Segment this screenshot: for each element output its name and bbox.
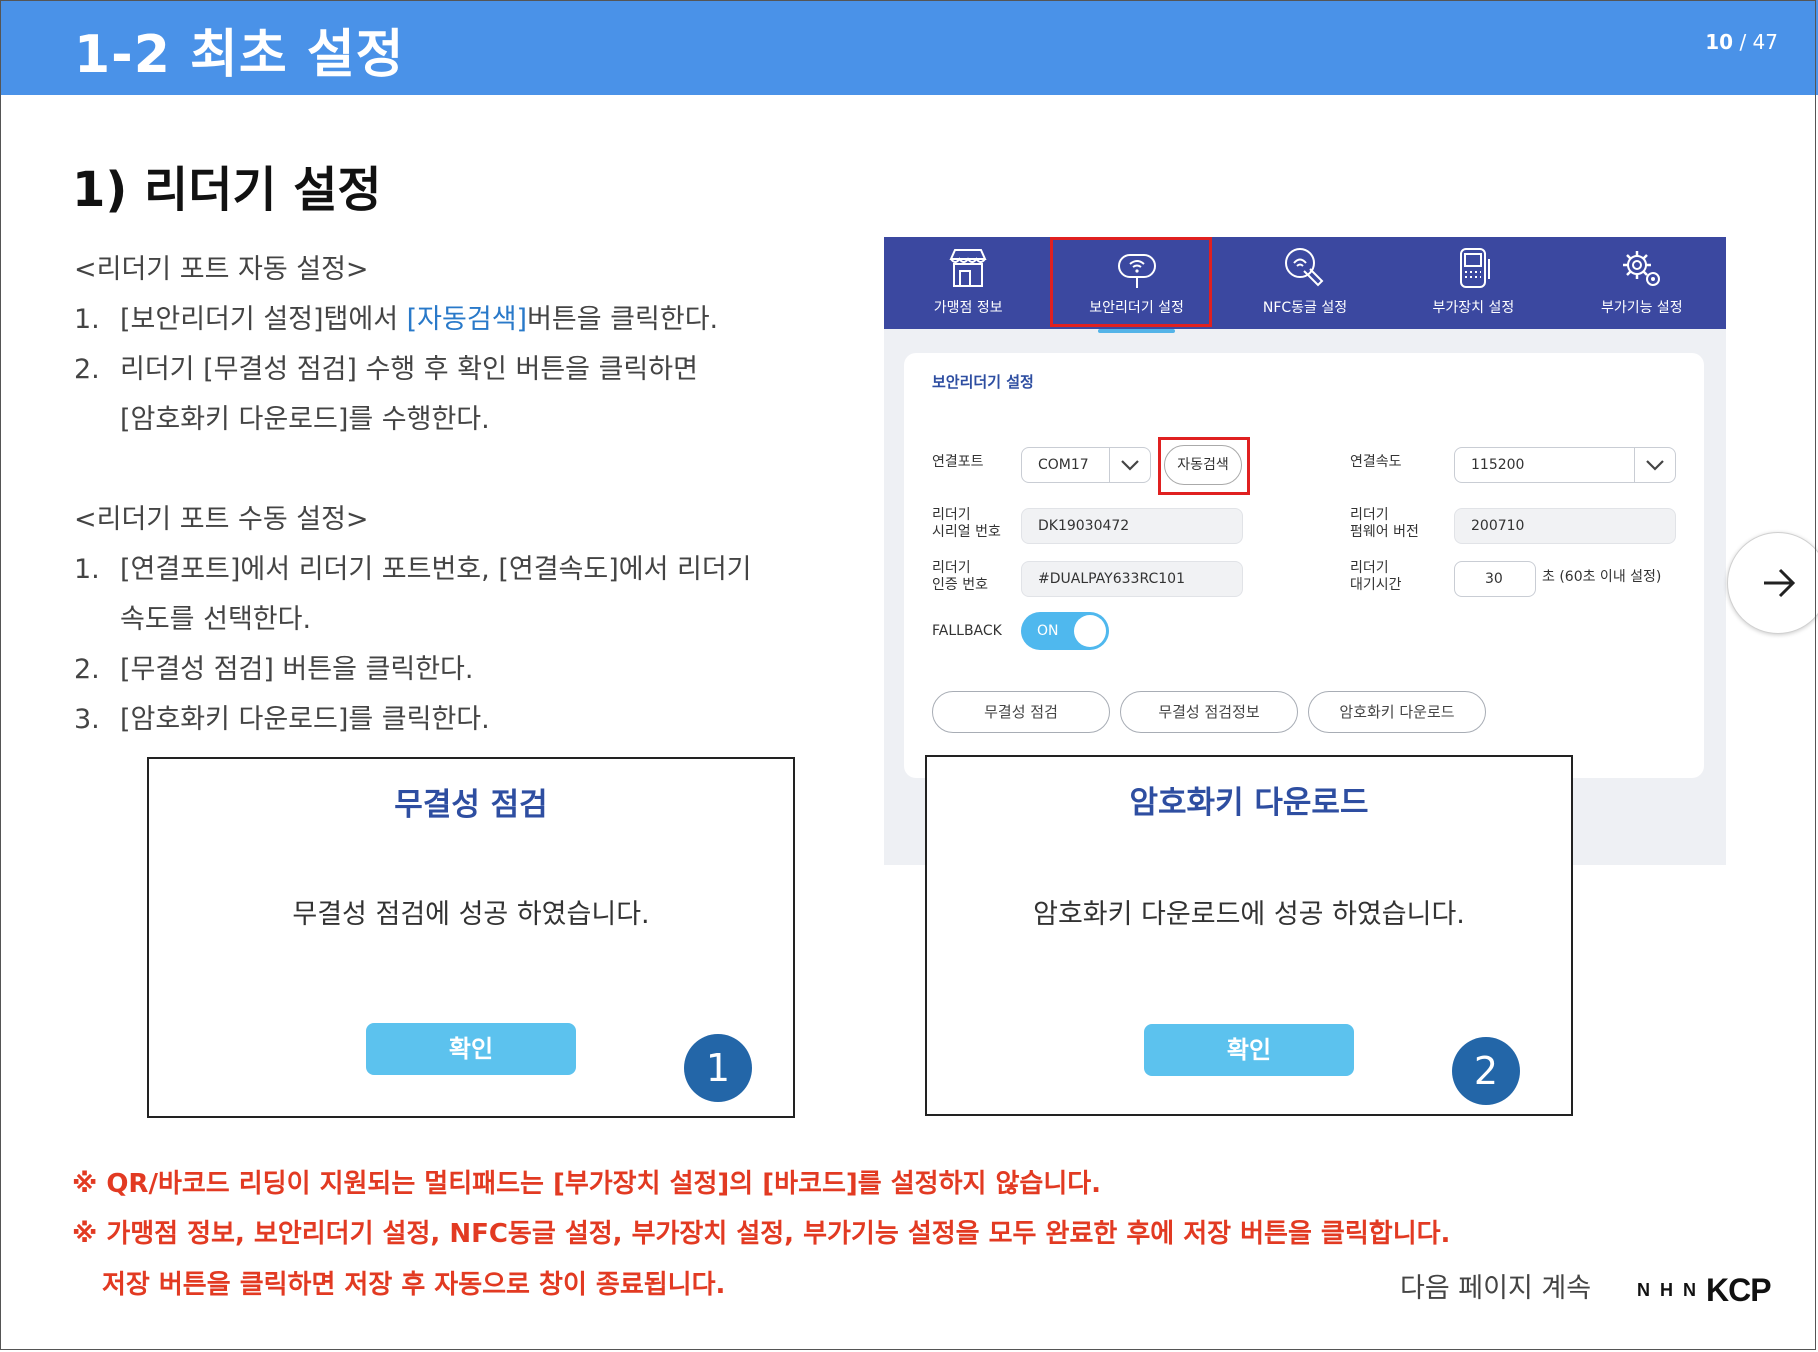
serial-field: DK19030472 — [1021, 508, 1243, 544]
highlight-box-auto-search — [1158, 437, 1250, 495]
page-current: 10 — [1705, 30, 1734, 54]
next-page-button[interactable] — [1727, 532, 1818, 634]
tab-store-info[interactable]: 가맹점 정보 — [884, 237, 1052, 329]
step-number: 1. — [74, 304, 100, 335]
gears-icon — [1622, 251, 1660, 286]
step-text: [보안리더기 설정]탭에서 [자동검색]버튼을 클릭한다. — [120, 304, 719, 335]
reader-settings-panel: 보안리더기 설정 연결포트 COM17 자동검색 연결속도 115200 리더기… — [904, 353, 1704, 778]
nfc-icon — [1285, 248, 1324, 287]
port-label: 연결포트 — [932, 454, 984, 470]
tab-label: NFC동글 설정 — [1262, 300, 1348, 316]
auth-label: 리더기 인증 번호 — [932, 560, 988, 593]
tab-label: 가맹점 정보 — [933, 300, 1003, 316]
chevron-down-icon — [1634, 448, 1675, 482]
tab-label: 부가기능 설정 — [1600, 300, 1683, 316]
list-item: 2. [무결성 점검] 버튼을 클릭한다. — [74, 645, 752, 695]
store-icon — [949, 249, 987, 287]
integrity-info-button[interactable]: 무결성 점검정보 — [1120, 691, 1298, 733]
port-select[interactable]: COM17 — [1021, 447, 1151, 483]
manual-setup-heading: <리더기 포트 수동 설정> — [74, 504, 369, 535]
port-value: COM17 — [1038, 457, 1089, 473]
dialog-title: 무결성 점검 — [394, 787, 548, 823]
key-download-button[interactable]: 암호화키 다운로드 — [1308, 691, 1486, 733]
tab-nfc-dongle[interactable]: NFC동글 설정 — [1221, 237, 1389, 329]
note-line-1: ※ QR/바코드 리딩이 지원되는 멀티패드는 [부가장치 설정]의 [바코드]… — [72, 1169, 1102, 1199]
step-text: [암호화키 다운로드]를 클릭한다. — [120, 704, 490, 735]
note-line-2: ※ 가맹점 정보, 보안리더기 설정, NFC동글 설정, 부가장치 설정, 부… — [72, 1219, 1451, 1249]
company-logo: NHNKCP — [1637, 1272, 1772, 1308]
page-indicator: 10 / 47 — [1705, 30, 1778, 54]
auto-setup-steps: 1. [보안리더기 설정]탭에서 [자동검색]버튼을 클릭한다. 2. 리더기 … — [74, 295, 718, 445]
chevron-down-icon — [1109, 448, 1150, 482]
dialog-message: 암호화키 다운로드에 성공 하였습니다. — [1033, 899, 1465, 930]
list-item: 2. 리더기 [무결성 점검] 수행 후 확인 버튼을 클릭하면 — [74, 345, 718, 395]
speed-value: 115200 — [1471, 457, 1525, 473]
list-item: 1. [보안리더기 설정]탭에서 [자동검색]버튼을 클릭한다. — [74, 295, 718, 345]
step-number: 1. — [74, 554, 100, 585]
auto-search-highlight: [자동검색] — [406, 304, 528, 335]
device-icon — [1460, 248, 1491, 288]
page-separator: / — [1733, 30, 1753, 54]
auto-setup-heading: <리더기 포트 자동 설정> — [74, 254, 369, 285]
section-title: 1) 리더기 설정 — [72, 162, 382, 218]
speed-select[interactable]: 115200 — [1454, 447, 1676, 483]
fallback-label: FALLBACK — [932, 623, 1002, 639]
step-continuation: [암호화키 다운로드]를 수행한다. — [120, 404, 490, 435]
continue-label: 다음 페이지 계속 — [1400, 1273, 1592, 1304]
step-continuation: 속도를 선택한다. — [120, 604, 312, 635]
integrity-dialog: 무결성 점검 무결성 점검에 성공 하였습니다. 확인 1 — [147, 757, 795, 1118]
page-total: 47 — [1752, 30, 1778, 54]
confirm-button[interactable]: 확인 — [366, 1023, 576, 1075]
wait-time-input[interactable]: 30 — [1454, 561, 1536, 597]
list-item: 1. [연결포트]에서 리더기 포트번호, [연결속도]에서 리더기 — [74, 545, 752, 595]
panel-title: 보안리더기 설정 — [932, 373, 1034, 391]
header-bar: 1-2 최초 설정 10 / 47 — [0, 0, 1818, 95]
wait-time-note: 초 (60초 이내 설정) — [1542, 569, 1662, 585]
confirm-button[interactable]: 확인 — [1144, 1024, 1354, 1076]
tab-peripheral[interactable]: 부가장치 설정 — [1389, 237, 1557, 329]
highlight-box-tab — [1050, 237, 1212, 327]
settings-tabs: 가맹점 정보 보안리더기 설정 NFC동글 설정 부가장치 설정 부가기능 설정 — [884, 237, 1726, 333]
step-badge: 1 — [684, 1034, 752, 1102]
step-text: [무결성 점검] 버튼을 클릭한다. — [120, 654, 474, 685]
tab-extra-functions[interactable]: 부가기능 설정 — [1558, 237, 1726, 329]
firmware-label: 리더기 펌웨어 버전 — [1350, 507, 1419, 540]
step-number: 3. — [74, 704, 100, 735]
step-text: 리더기 [무결성 점검] 수행 후 확인 버튼을 클릭하면 — [120, 354, 698, 385]
arrow-right-icon — [1764, 568, 1796, 598]
active-tab-indicator — [1098, 329, 1175, 333]
firmware-field: 200710 — [1454, 508, 1676, 544]
integrity-check-button[interactable]: 무결성 점검 — [932, 691, 1110, 733]
wait-time-label: 리더기 대기시간 — [1350, 560, 1402, 593]
dialog-message: 무결성 점검에 성공 하였습니다. — [292, 899, 650, 930]
key-download-dialog: 암호화키 다운로드 암호화키 다운로드에 성공 하였습니다. 확인 2 — [925, 755, 1573, 1116]
slide-title: 1-2 최초 설정 — [74, 25, 405, 85]
toggle-knob — [1074, 615, 1106, 647]
serial-label: 리더기 시리얼 번호 — [932, 507, 1001, 540]
fallback-toggle[interactable]: ON — [1021, 612, 1109, 650]
note-line-3: 저장 버튼을 클릭하면 저장 후 자동으로 창이 종료됩니다. — [102, 1270, 726, 1300]
tab-label: 부가장치 설정 — [1432, 300, 1515, 316]
speed-label: 연결속도 — [1350, 454, 1402, 470]
auth-number-field: #DUALPAY633RC101 — [1021, 561, 1243, 597]
step-number: 2. — [74, 654, 100, 685]
step-badge: 2 — [1452, 1037, 1520, 1105]
step-text: [연결포트]에서 리더기 포트번호, [연결속도]에서 리더기 — [120, 554, 752, 585]
manual-setup-steps: 1. [연결포트]에서 리더기 포트번호, [연결속도]에서 리더기 속도를 선… — [74, 545, 752, 745]
list-item: 3. [암호화키 다운로드]를 클릭한다. — [74, 695, 752, 745]
dialog-title: 암호화키 다운로드 — [1129, 785, 1369, 821]
step-number: 2. — [74, 354, 100, 385]
toggle-state: ON — [1037, 623, 1059, 639]
